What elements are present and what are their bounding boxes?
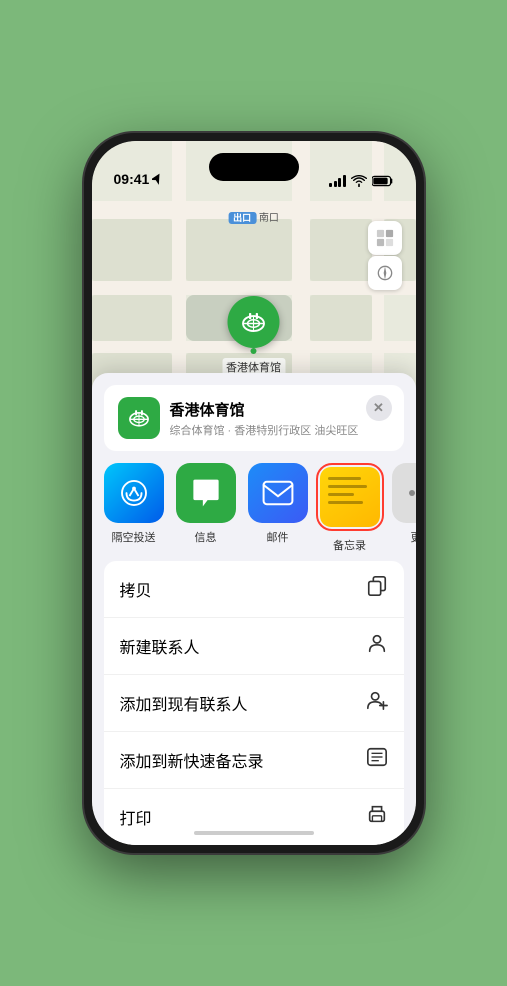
more-icon <box>392 463 416 523</box>
action-list: 拷贝 新建联系人 <box>104 561 404 845</box>
printer-symbol <box>366 803 388 825</box>
venue-stadium-icon <box>126 405 152 431</box>
action-print[interactable]: 打印 <box>104 789 404 845</box>
add-contact-label: 添加到现有联系人 <box>120 691 248 715</box>
dynamic-island <box>209 153 299 181</box>
signal-icon <box>329 175 346 187</box>
share-notes[interactable]: 备忘录 <box>320 463 380 553</box>
battery-icon <box>372 175 394 187</box>
action-copy[interactable]: 拷贝 <box>104 561 404 618</box>
mail-label: 邮件 <box>267 529 289 545</box>
quick-note-label: 添加到新快速备忘录 <box>120 748 264 772</box>
map-type-button[interactable] <box>368 221 402 255</box>
status-time: 09:41 <box>114 171 163 187</box>
mail-symbol <box>262 480 294 506</box>
copy-symbol <box>366 575 388 597</box>
venue-info: 香港体育馆 综合体育馆 · 香港特别行政区 油尖旺区 <box>170 399 390 438</box>
person-icon <box>366 632 388 660</box>
map-type-icon <box>376 229 394 247</box>
messages-label: 信息 <box>195 529 217 545</box>
time-display: 09:41 <box>114 171 150 187</box>
more-dots <box>409 490 416 496</box>
location-button[interactable] <box>368 256 402 290</box>
copy-icon <box>366 575 388 603</box>
map-label: 出口 南口 <box>228 209 279 224</box>
airdrop-symbol <box>119 478 149 508</box>
action-new-contact[interactable]: 新建联系人 <box>104 618 404 675</box>
messages-icon <box>176 463 236 523</box>
share-mail[interactable]: 邮件 <box>248 463 308 545</box>
person-add-icon <box>366 689 388 717</box>
note-symbol <box>366 746 388 768</box>
pin-circle <box>228 296 280 348</box>
wifi-icon <box>351 175 367 187</box>
print-label: 打印 <box>120 805 152 829</box>
location-arrow-icon <box>152 173 162 185</box>
airdrop-label: 隔空投送 <box>112 529 156 545</box>
bottom-sheet: 香港体育馆 综合体育馆 · 香港特别行政区 油尖旺区 ✕ <box>92 373 416 845</box>
venue-card: 香港体育馆 综合体育馆 · 香港特别行政区 油尖旺区 ✕ <box>104 385 404 451</box>
share-more[interactable]: 更多 <box>392 463 416 545</box>
venue-description: 综合体育馆 · 香港特别行政区 油尖旺区 <box>170 422 390 438</box>
person-symbol <box>366 632 388 654</box>
venue-icon <box>118 397 160 439</box>
exit-label: 南口 <box>259 213 279 224</box>
share-messages[interactable]: 信息 <box>176 463 236 545</box>
compass-icon <box>377 265 393 281</box>
share-icons-container: 隔空投送 信息 <box>104 463 404 553</box>
airdrop-icon <box>104 463 164 523</box>
venue-name: 香港体育馆 <box>170 399 390 420</box>
action-add-contact[interactable]: 添加到现有联系人 <box>104 675 404 732</box>
mail-icon <box>248 463 308 523</box>
note-icon <box>366 746 388 774</box>
notes-selected-border <box>316 463 384 531</box>
map-controls <box>368 221 402 290</box>
phone-screen: 09:41 <box>92 141 416 845</box>
share-airdrop[interactable]: 隔空投送 <box>104 463 164 545</box>
copy-label: 拷贝 <box>120 577 152 601</box>
share-row: 隔空投送 信息 <box>92 451 416 561</box>
printer-icon <box>366 803 388 831</box>
more-label: 更多 <box>411 529 416 545</box>
stadium-icon <box>239 307 269 337</box>
person-add-symbol <box>366 689 388 711</box>
messages-symbol <box>190 478 222 508</box>
pin-dot <box>251 348 257 354</box>
notes-icon <box>320 467 380 527</box>
status-icons <box>329 175 394 187</box>
home-indicator <box>194 831 314 835</box>
phone-frame: 09:41 <box>84 133 424 853</box>
stadium-pin[interactable]: 香港体育馆 <box>222 296 285 376</box>
close-button[interactable]: ✕ <box>366 395 392 421</box>
notes-label: 备忘录 <box>333 537 366 553</box>
action-quick-note[interactable]: 添加到新快速备忘录 <box>104 732 404 789</box>
exit-tag: 出口 <box>228 212 256 224</box>
new-contact-label: 新建联系人 <box>120 634 200 658</box>
